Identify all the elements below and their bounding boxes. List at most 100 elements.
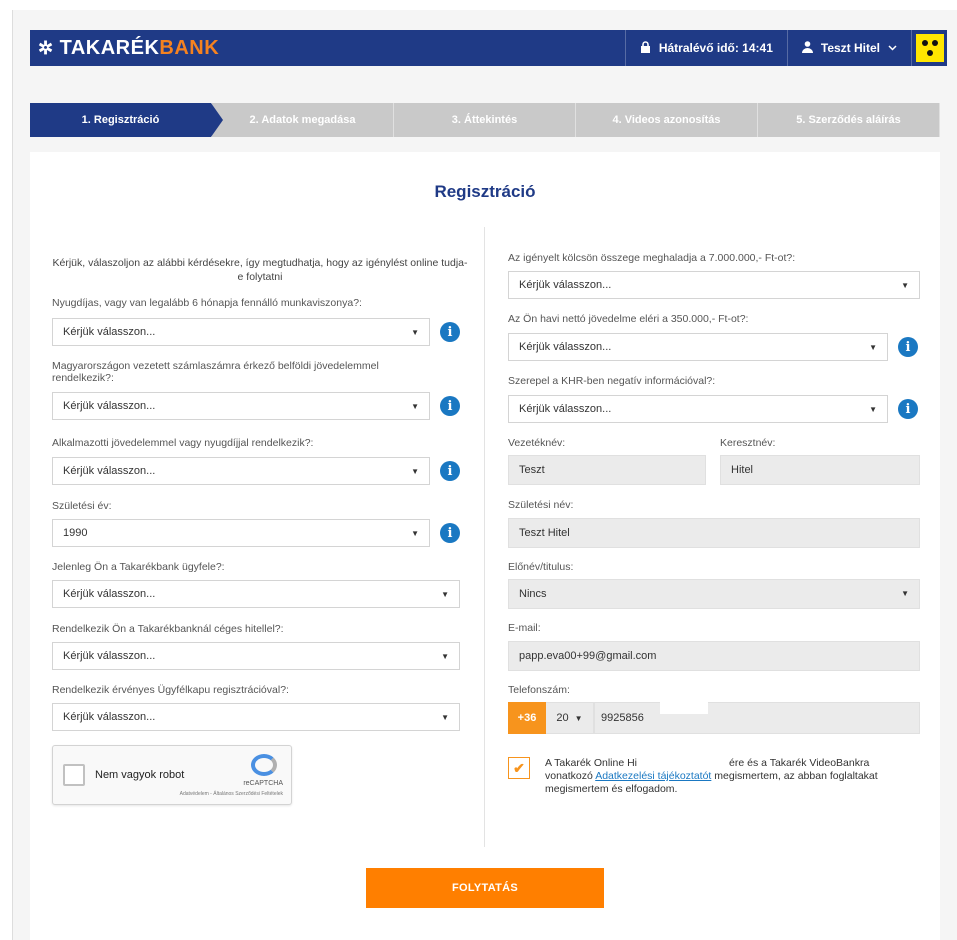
lastname-label: Vezetéknév: <box>508 437 566 449</box>
dropdown-arrow-icon: ▼ <box>411 467 419 476</box>
net-income-value: Kérjük válasszon... <box>519 341 612 353</box>
lastname-field[interactable]: Teszt <box>508 455 706 485</box>
existing-client-select[interactable]: Kérjük válasszon... ▼ <box>52 580 460 608</box>
domestic-income-select[interactable]: Kérjük válasszon... ▼ <box>52 392 430 420</box>
redaction-patch <box>660 696 708 714</box>
title-label: Előnév/titulus: <box>508 561 574 573</box>
employment-income-label: Alkalmazotti jövedelemmel vagy nyugdíjja… <box>52 437 314 449</box>
lock-icon <box>640 40 651 56</box>
company-loan-label: Rendelkezik Ön a Takarékbanknál céges hi… <box>52 623 284 635</box>
phone-area-value: 20 <box>556 712 569 724</box>
loan-amount-label: Az igényelt kölcsön összege meghaladja a… <box>508 252 796 264</box>
dropdown-arrow-icon: ▼ <box>411 328 419 337</box>
info-icon[interactable]: i <box>440 396 460 416</box>
pension-value: Kérjük válasszon... <box>63 326 156 338</box>
client-gateway-select[interactable]: Kérjük válasszon... ▼ <box>52 703 460 731</box>
loan-amount-value: Kérjük válasszon... <box>519 279 612 291</box>
email-label: E-mail: <box>508 622 541 634</box>
domestic-income-label: Magyarországon vezetett számlaszámra érk… <box>52 360 379 384</box>
progress-steps: 1. Regisztráció 2. Adatok megadása 3. Át… <box>30 103 940 137</box>
timer-text: Hátralévő idő: 14:41 <box>658 41 773 55</box>
brand-logo[interactable]: ✲ TAKARÉK BANK <box>38 37 219 60</box>
user-name: Teszt Hitel <box>820 41 880 55</box>
employment-income-select[interactable]: Kérjük válasszon... ▼ <box>52 457 430 485</box>
recaptcha-terms[interactable]: Adatvédelem - Általános Szerződési Felté… <box>180 791 283 797</box>
phone-number-field[interactable]: 9925856 <box>594 702 920 734</box>
registration-form: Regisztráció Kérjük, válaszoljon az aláb… <box>30 152 940 940</box>
dropdown-arrow-icon: ▼ <box>869 343 877 352</box>
info-icon[interactable]: i <box>440 322 460 342</box>
info-icon[interactable]: i <box>898 337 918 357</box>
session-timer: Hátralévő idő: 14:41 <box>624 30 787 66</box>
recaptcha-checkbox[interactable] <box>63 764 85 786</box>
phone-label: Telefonszám: <box>508 684 570 696</box>
phone-area-select[interactable]: 20 ▼ <box>546 702 594 734</box>
client-gateway-label: Rendelkezik érvényes Ügyfélkapu regisztr… <box>52 684 289 696</box>
top-bar: ✲ TAKARÉK BANK Hátralévő idő: 14:41 Tesz… <box>30 30 947 66</box>
employment-income-value: Kérjük válasszon... <box>63 465 156 477</box>
logo-text-part2: BANK <box>159 36 220 59</box>
client-gateway-value: Kérjük válasszon... <box>63 711 156 723</box>
company-loan-select[interactable]: Kérjük válasszon... ▼ <box>52 642 460 670</box>
domestic-income-value: Kérjük válasszon... <box>63 400 156 412</box>
birth-year-value: 1990 <box>63 527 88 539</box>
page-title: Regisztráció <box>434 182 536 201</box>
pension-label: Nyugdíjas, vagy van legalább 6 hónapja f… <box>52 297 362 309</box>
title-select[interactable]: Nincs ▼ <box>508 579 920 609</box>
info-icon[interactable]: i <box>440 523 460 543</box>
firstname-label: Keresztnév: <box>720 437 776 449</box>
khr-value: Kérjük válasszon... <box>519 403 612 415</box>
phone-country-prefix: +36 <box>508 702 546 734</box>
net-income-select[interactable]: Kérjük válasszon... ▼ <box>508 333 888 361</box>
step-registration: 1. Regisztráció <box>30 103 223 137</box>
dropdown-arrow-icon: ▼ <box>574 713 583 723</box>
birth-year-label: Születési év: <box>52 500 112 512</box>
consent-text-before: A Takarék Online Hi <box>545 757 638 769</box>
recaptcha-brand: reCAPTCHA <box>243 780 283 787</box>
dropdown-arrow-icon: ▼ <box>411 529 419 538</box>
continue-button[interactable]: FOLYTATÁS <box>366 868 604 908</box>
step-data-entry: 2. Adatok megadása <box>212 103 394 137</box>
khr-select[interactable]: Kérjük válasszon... ▼ <box>508 395 888 423</box>
recaptcha-widget: Nem vagyok robot reCAPTCHA Adatvédelem -… <box>52 745 292 805</box>
dropdown-arrow-icon: ▼ <box>901 281 909 290</box>
privacy-notice-link[interactable]: Adatkezelési tájékoztatót <box>595 770 711 782</box>
accessibility-icon <box>915 34 944 62</box>
firstname-field[interactable]: Hitel <box>720 455 920 485</box>
user-menu[interactable]: Teszt Hitel <box>786 30 911 66</box>
logo-star-icon: ✲ <box>38 37 54 58</box>
birthname-label: Születési név: <box>508 499 574 511</box>
consent-text: A Takarék Online Hi ére és a Takarék Vide… <box>545 757 915 796</box>
birth-year-select[interactable]: 1990 ▼ <box>52 519 430 547</box>
email-field[interactable]: papp.eva00+99@gmail.com <box>508 641 920 671</box>
dropdown-arrow-icon: ▼ <box>411 402 419 411</box>
company-loan-value: Kérjük válasszon... <box>63 650 156 662</box>
dropdown-arrow-icon: ▼ <box>441 590 449 599</box>
recaptcha-logo-icon <box>251 754 277 776</box>
title-value: Nincs <box>519 588 547 600</box>
info-icon[interactable]: i <box>440 461 460 481</box>
pension-select[interactable]: Kérjük válasszon... ▼ <box>52 318 430 346</box>
existing-client-value: Kérjük válasszon... <box>63 588 156 600</box>
intro-text: Kérjük, válaszoljon az alábbi kérdésekre… <box>52 257 468 283</box>
logo-text-part1: TAKARÉK <box>59 36 160 59</box>
step-overview: 3. Áttekintés <box>394 103 576 137</box>
step-video-id: 4. Videos azonosítás <box>576 103 758 137</box>
consent-checkbox[interactable]: ✔ <box>508 757 530 779</box>
dropdown-arrow-icon: ▼ <box>869 405 877 414</box>
step-contract-signing: 5. Szerződés aláírás <box>758 103 940 137</box>
info-icon[interactable]: i <box>898 399 918 419</box>
accessibility-button[interactable] <box>911 30 947 66</box>
existing-client-label: Jelenleg Ön a Takarékbank ügyfele?: <box>52 561 225 573</box>
khr-label: Szerepel a KHR-ben negatív információval… <box>508 375 716 387</box>
dropdown-arrow-icon: ▼ <box>901 589 909 598</box>
dropdown-arrow-icon: ▼ <box>441 652 449 661</box>
loan-amount-select[interactable]: Kérjük válasszon... ▼ <box>508 271 920 299</box>
chevron-down-icon <box>888 43 897 54</box>
birthname-field[interactable]: Teszt Hitel <box>508 518 920 548</box>
dropdown-arrow-icon: ▼ <box>441 713 449 722</box>
column-divider <box>484 227 485 847</box>
user-icon <box>801 40 813 56</box>
recaptcha-label: Nem vagyok robot <box>95 769 185 781</box>
net-income-label: Az Ön havi nettó jövedelme eléri a 350.0… <box>508 313 749 325</box>
